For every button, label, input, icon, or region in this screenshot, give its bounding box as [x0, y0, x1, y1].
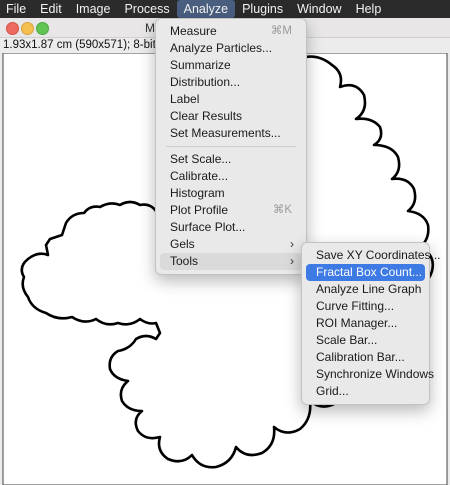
menu-item-label: Set Measurements... [170, 126, 281, 140]
menu-item-tools[interactable]: Tools › [160, 253, 302, 270]
zoom-icon[interactable] [36, 22, 49, 35]
menu-item-grid[interactable]: Grid... [306, 383, 425, 400]
menu-item-clear-results[interactable]: Clear Results [160, 108, 302, 125]
menu-window[interactable]: Window [290, 0, 348, 18]
menu-item-label: Calibrate... [170, 169, 229, 183]
menu-image[interactable]: Image [69, 0, 118, 18]
menu-item-histogram[interactable]: Histogram [160, 185, 302, 202]
chevron-right-icon: › [290, 237, 294, 251]
menu-item-calibration-bar[interactable]: Calibration Bar... [306, 349, 425, 366]
menu-item-label-tool[interactable]: Label [160, 91, 302, 108]
menu-item-save-xy-coordinates[interactable]: Save XY Coordinates... [306, 247, 441, 264]
menu-item-surface-plot[interactable]: Surface Plot... [160, 219, 302, 236]
menu-item-set-scale[interactable]: Set Scale... [160, 151, 302, 168]
menu-help[interactable]: Help [349, 0, 389, 18]
menu-item-gels[interactable]: Gels › [160, 236, 302, 253]
tools-submenu: Save XY Coordinates... Fractal Box Count… [301, 242, 441, 405]
menu-item-label: Clear Results [170, 109, 243, 123]
menu-item-label: Plot Profile [170, 203, 229, 217]
menu-item-summarize[interactable]: Summarize [160, 57, 302, 74]
menu-item-curve-fitting[interactable]: Curve Fitting... [306, 298, 425, 315]
menu-item-label: Histogram [170, 186, 225, 200]
menu-process[interactable]: Process [117, 0, 176, 18]
menu-item-label: Analyze Particles... [170, 41, 273, 55]
shortcut-label: ⌘M [270, 25, 292, 37]
menu-item-set-measurements[interactable]: Set Measurements... [160, 125, 302, 142]
menu-item-scale-bar[interactable]: Scale Bar... [306, 332, 425, 349]
menu-item-calibrate[interactable]: Calibrate... [160, 168, 302, 185]
menu-item-label: Distribution... [170, 75, 241, 89]
image-info-label: 1.93x1.87 cm (590x571); 8-bit ( [3, 39, 163, 51]
menu-item-roi-manager[interactable]: ROI Manager... [306, 315, 425, 332]
menu-plugins[interactable]: Plugins [235, 0, 290, 18]
menu-item-label: Label [170, 92, 200, 106]
menu-item-plot-profile[interactable]: Plot Profile ⌘K [160, 202, 302, 219]
menu-item-label: Surface Plot... [170, 220, 246, 234]
shortcut-label: ⌘K [272, 204, 292, 216]
menu-item-analyze-particles[interactable]: Analyze Particles... [160, 40, 302, 57]
menu-item-measure[interactable]: Measure ⌘M [160, 23, 302, 40]
menu-bar: File Edit Image Process Analyze Plugins … [0, 0, 450, 18]
close-icon[interactable] [6, 22, 19, 35]
menu-item-label: Set Scale... [170, 152, 232, 166]
menu-file[interactable]: File [0, 0, 33, 18]
analyze-menu: Measure ⌘M Analyze Particles... Summariz… [155, 18, 307, 275]
menu-item-label: Gels [170, 237, 195, 251]
menu-item-synchronize-windows[interactable]: Synchronize Windows [306, 366, 434, 383]
menu-item-label: Tools [170, 254, 199, 268]
menu-item-label: Measure [170, 24, 217, 38]
menu-edit[interactable]: Edit [33, 0, 69, 18]
menu-item-distribution[interactable]: Distribution... [160, 74, 302, 91]
menu-item-analyze-line-graph[interactable]: Analyze Line Graph [306, 281, 425, 298]
menu-analyze[interactable]: Analyze [176, 0, 236, 18]
menu-item-fractal-box-count[interactable]: Fractal Box Count... [306, 264, 425, 281]
menu-separator [166, 146, 296, 147]
chevron-right-icon: › [290, 254, 294, 268]
minimize-icon[interactable] [21, 22, 34, 35]
menu-item-label: Summarize [170, 58, 231, 72]
window-title: M [145, 21, 155, 35]
